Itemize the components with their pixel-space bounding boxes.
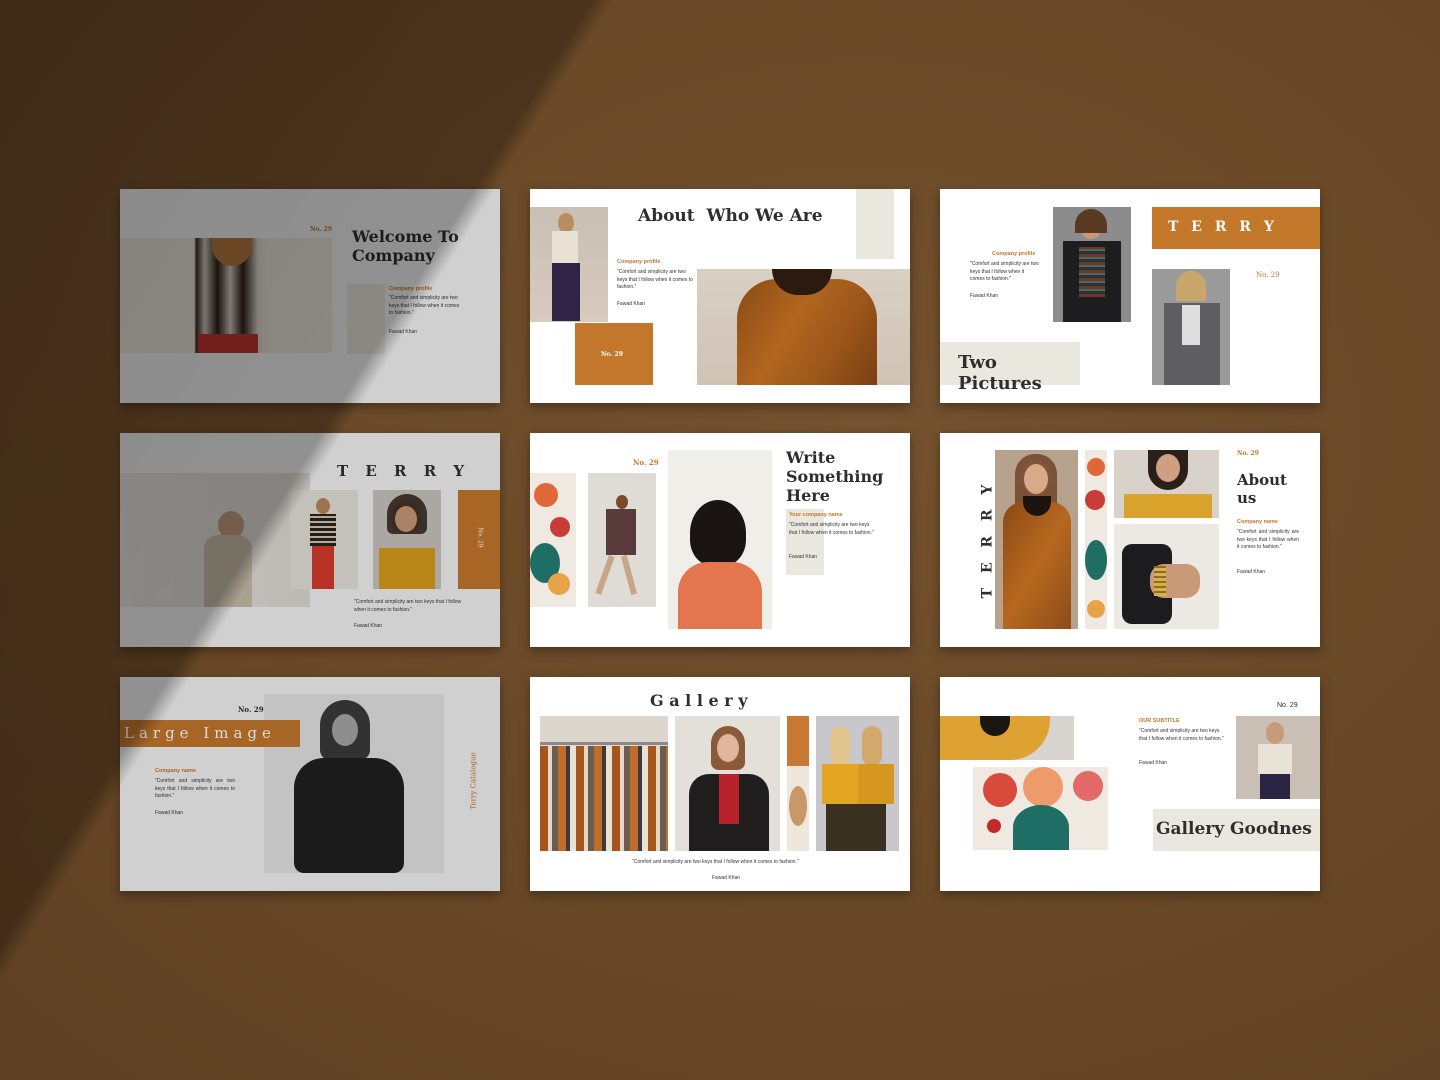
slide-two-pictures[interactable]: Company profile "Comfort and simplicity …: [940, 189, 1320, 403]
title-banner: Two Pictures: [940, 342, 1080, 394]
quote-author: Fawad Khan: [354, 623, 383, 629]
slide-terry-collage[interactable]: T E R R Y No. 29 "Comfort and simplicity…: [120, 433, 500, 647]
company-profile-label: Company profile: [389, 286, 433, 292]
quote-author: Fawad Khan: [155, 810, 184, 816]
slide-number: No. 29: [601, 351, 623, 358]
photo-paper-decor: [530, 473, 576, 607]
orange-number-block: No. 29: [575, 323, 653, 385]
quote-author: Fawad Khan: [617, 301, 646, 307]
company-name-label: Your company name: [789, 512, 843, 518]
photo-woman-grey-blazer: [1152, 269, 1230, 385]
quote-author: Fawad Khan: [970, 293, 999, 299]
quote-text: "Comfort and simplicity are two keys tha…: [632, 859, 799, 865]
photo-woman-wide-pants: [530, 207, 608, 322]
quote-text: "Comfort and simplicity are two keys tha…: [789, 522, 874, 536]
slide-write-something[interactable]: No. 29 Write Something Here Your company…: [530, 433, 910, 647]
photo-woman-mustard-top: [1114, 450, 1219, 518]
brand-banner: T E R R Y: [1152, 207, 1320, 249]
slide-title: About Who We Are: [638, 206, 823, 226]
beige-block: [786, 509, 824, 575]
company-name-label: Company name: [155, 768, 196, 774]
slide-number: No. 29: [1256, 271, 1280, 279]
photo-woven-bag: [787, 716, 809, 851]
slide-title: Large Image: [124, 724, 276, 742]
subtitle-label: OUR SUBTITLE: [1139, 718, 1180, 724]
photo-two-women-yellow: [816, 716, 899, 851]
slide-number: No. 29: [633, 458, 659, 467]
brand-name: T E R R Y: [1168, 219, 1278, 235]
photo-woman-red-shirt: [675, 716, 780, 851]
quote-text: "Comfort and simplicity are two keys tha…: [354, 599, 462, 613]
quote-author: Fawad Khan: [1139, 760, 1168, 766]
slide-title: Two Pictures: [958, 352, 1042, 394]
slide-number: No. 29: [1237, 450, 1259, 457]
photo-mustard-sweater: [940, 716, 1074, 760]
photo-hand-bracelets: [1114, 524, 1219, 629]
photo-paper-decor: [973, 767, 1108, 850]
photo-woman-yellow-sweater: [373, 490, 441, 589]
quote-text: "Comfort and simplicity are two keys tha…: [155, 778, 235, 799]
quote-text: "Comfort and simplicity are two keys tha…: [970, 261, 1039, 282]
catalogue-label: Terry Catalogue: [469, 752, 478, 810]
slide-title: Welcome To Company: [352, 227, 459, 265]
slide-about-us[interactable]: T E R R Y No. 29 About us Company name "…: [940, 433, 1320, 647]
company-profile-label: Company profile: [992, 251, 1036, 257]
slide-title: Gallery Goodnes: [1156, 819, 1312, 839]
photo-paper-decor: [1085, 450, 1107, 629]
quote-text: "Comfort and simplicity are two keys tha…: [389, 295, 460, 316]
slide-title: Write Something Here: [786, 448, 884, 505]
photo-striped-top: [120, 238, 332, 353]
slide-gallery[interactable]: G a l l e r y "Comfort and simplicity ar…: [530, 677, 910, 891]
beige-block: [347, 284, 385, 354]
slide-number: No. 29: [1277, 702, 1298, 709]
company-profile-label: Company profile: [617, 259, 661, 265]
quote-author: Fawad Khan: [789, 554, 818, 560]
slide-large-image[interactable]: No. 29 Large Image Company name "Comfort…: [120, 677, 500, 891]
slide-welcome[interactable]: No. 29 Welcome To Company Company profil…: [120, 189, 500, 403]
photo-woman-orange-coat: [995, 450, 1078, 629]
slide-gallery-goodnes[interactable]: OUR SUBTITLE "Comfort and simplicity are…: [940, 677, 1320, 891]
slide-number: No. 29: [310, 226, 332, 233]
quote-text: "Comfort and simplicity are two keys tha…: [1237, 529, 1299, 550]
quote-text: "Comfort and simplicity are two keys tha…: [1139, 728, 1224, 742]
brand-name-vertical: T E R R Y: [979, 479, 996, 599]
photo-striped-top-red-pants: [290, 490, 358, 589]
photo-woman-black-coat: [1053, 207, 1131, 322]
quote-author: Fawad Khan: [1237, 569, 1266, 575]
company-name-label: Company name: [1237, 519, 1278, 525]
slide-title: G a l l e r y: [650, 691, 748, 710]
photo-woman-beige-sweater: [1236, 716, 1320, 799]
photo-woman-bob-hair: [668, 450, 772, 629]
photo-woman-looking-up: [120, 473, 310, 607]
slide-number: No. 29: [476, 527, 484, 548]
slide-number: No. 29: [238, 705, 264, 714]
quote-text: "Comfort and simplicity are two keys tha…: [617, 269, 693, 290]
photo-woman-walking: [588, 473, 656, 607]
quote-author: Fawad Khan: [712, 875, 741, 881]
title-banner: Gallery Goodnes: [1153, 809, 1320, 851]
title-banner: Large Image: [120, 720, 300, 747]
slide-title: About us: [1237, 471, 1287, 507]
photo-clothing-rack: [540, 716, 668, 851]
slide-about-who-we-are[interactable]: About Who We Are Company profile "Comfor…: [530, 189, 910, 403]
quote-author: Fawad Khan: [389, 329, 418, 335]
beige-block: [856, 189, 894, 259]
orange-side-block: No. 29: [458, 490, 500, 589]
photo-suede-jacket: [697, 269, 910, 385]
brand-name: T E R R Y: [337, 462, 471, 480]
